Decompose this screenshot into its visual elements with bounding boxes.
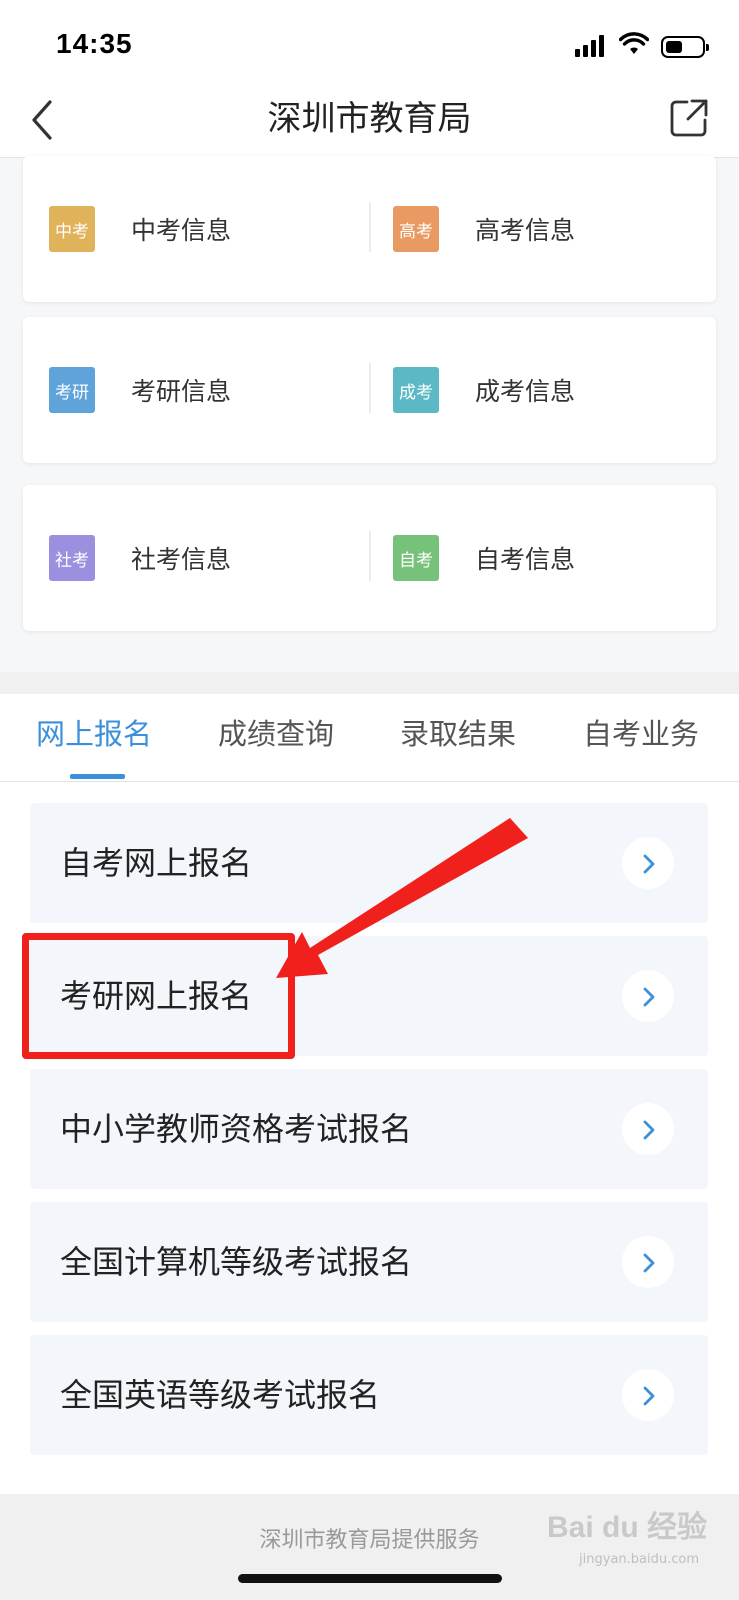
status-bar: 14:35 — [0, 0, 739, 84]
chevron-right-icon — [622, 1369, 674, 1421]
list-item-teacher-cert-registration[interactable]: 中小学教师资格考试报名 — [30, 1069, 708, 1189]
list-item-computer-exam-registration[interactable]: 全国计算机等级考试报名 — [30, 1202, 708, 1322]
tab-score-query[interactable]: 成绩查询 — [218, 712, 334, 756]
watermark-url: jingyan.baidu.com — [579, 1552, 699, 1567]
tab-bar: 网上报名 成绩查询 录取结果 自考业务 — [0, 694, 739, 782]
info-item-label: 中考信息 — [131, 216, 232, 245]
list-item-label: 全国计算机等级考试报名 — [60, 1243, 413, 1281]
zhongkao-badge-icon: 中考 — [49, 206, 95, 252]
info-item-label: 考研信息 — [131, 377, 232, 406]
share-button[interactable] — [667, 96, 711, 140]
list-item-label: 中小学教师资格考试报名 — [60, 1110, 413, 1148]
info-item-label: 自考信息 — [475, 545, 576, 574]
gaokao-badge-icon: 高考 — [393, 206, 439, 252]
annotation-highlight-box — [22, 933, 295, 1059]
info-item-gaokao[interactable]: 高考 高考信息 — [369, 156, 715, 302]
chevron-right-icon — [622, 1236, 674, 1288]
info-item-kaoyan[interactable]: 考研 考研信息 — [23, 317, 369, 463]
section-gap — [0, 672, 739, 694]
tab-self-exam-business[interactable]: 自考业务 — [583, 712, 699, 756]
zikao-badge-icon: 自考 — [393, 535, 439, 581]
registration-list: 自考网上报名 考研网上报名 中小学教师资格考试报名 全国计算机等级考试报名 全国… — [0, 782, 739, 1494]
nav-bar: 深圳市教育局 — [0, 84, 739, 158]
home-indicator[interactable] — [238, 1574, 502, 1583]
page-title: 深圳市教育局 — [267, 99, 472, 139]
shekao-badge-icon: 社考 — [49, 535, 95, 581]
info-card-3: 社考 社考信息 自考 自考信息 — [23, 485, 716, 631]
info-card-2: 考研 考研信息 成考 成考信息 — [23, 317, 716, 463]
share-icon — [670, 99, 708, 137]
status-time: 14:35 — [56, 28, 133, 59]
info-card-1: 中考 中考信息 高考 高考信息 — [23, 156, 716, 302]
tab-admission-result[interactable]: 录取结果 — [400, 712, 516, 756]
info-item-label: 成考信息 — [475, 377, 576, 406]
battery-icon — [661, 36, 709, 58]
baidu-watermark-logo: Bai du 经验 — [546, 1511, 707, 1544]
info-item-label: 高考信息 — [475, 216, 576, 245]
chevron-right-icon — [622, 837, 674, 889]
wifi-icon — [619, 32, 649, 54]
chengkao-badge-icon: 成考 — [393, 367, 439, 413]
chevron-right-icon — [622, 970, 674, 1022]
status-icons — [575, 30, 709, 60]
list-item-english-exam-registration[interactable]: 全国英语等级考试报名 — [30, 1335, 708, 1455]
active-tab-indicator — [70, 774, 125, 779]
kaoyan-badge-icon: 考研 — [49, 367, 95, 413]
info-item-chengkao[interactable]: 成考 成考信息 — [369, 317, 715, 463]
list-item-label: 自考网上报名 — [60, 844, 253, 882]
list-item-self-exam-registration[interactable]: 自考网上报名 — [30, 803, 708, 923]
info-item-label: 社考信息 — [131, 545, 232, 574]
chevron-right-icon — [622, 1103, 674, 1155]
info-item-zikao[interactable]: 自考 自考信息 — [369, 485, 715, 631]
info-item-zhongkao[interactable]: 中考 中考信息 — [23, 156, 369, 302]
info-item-shekao[interactable]: 社考 社考信息 — [23, 485, 369, 631]
tab-online-registration[interactable]: 网上报名 — [36, 712, 152, 756]
list-item-label: 全国英语等级考试报名 — [60, 1376, 381, 1414]
